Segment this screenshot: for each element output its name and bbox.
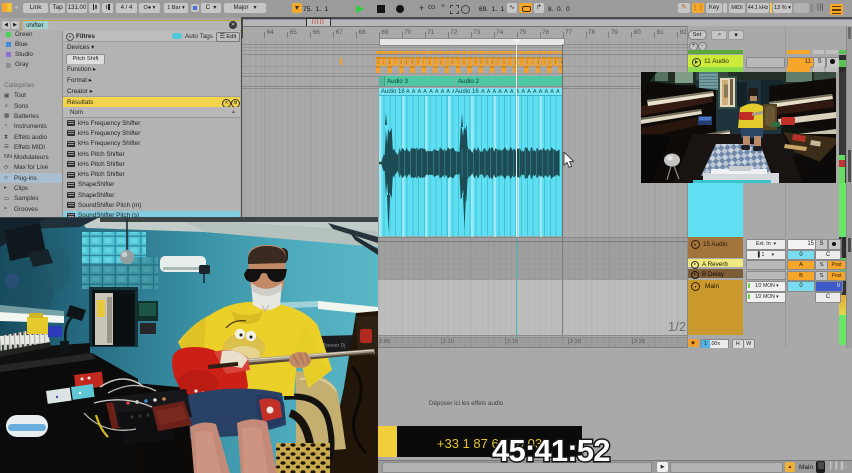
svg-text:Pioneer Dj: Pioneer Dj (322, 343, 345, 349)
